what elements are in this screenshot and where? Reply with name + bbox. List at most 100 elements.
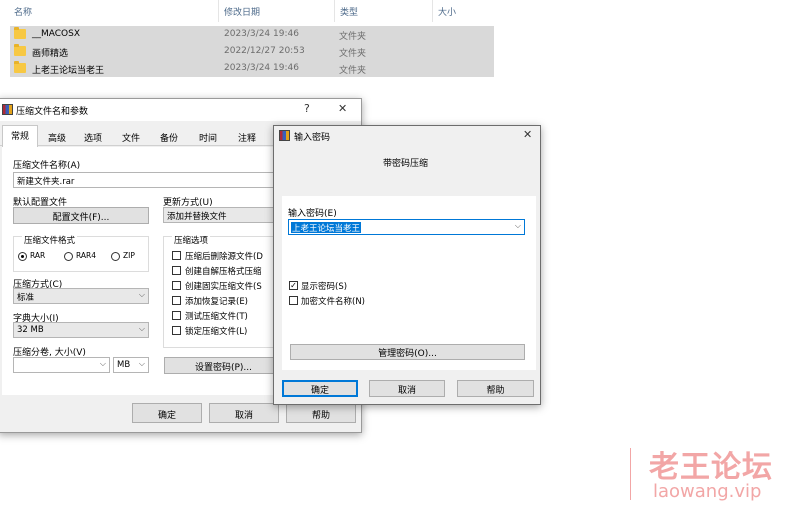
explorer-header: ^ 名称 修改日期 类型 大小: [0, 0, 800, 24]
recovery-label: 添加恢复记录(E): [185, 297, 249, 307]
show-password-checkbox[interactable]: ✓: [289, 281, 298, 290]
watermark-title: 老王论坛: [649, 450, 773, 485]
password-ok-button[interactable]: 确定: [282, 380, 358, 397]
dict-value: 32 MB: [17, 325, 44, 335]
archive-dialog-titlebar[interactable]: 压缩文件名和参数 ? ✕: [0, 99, 361, 121]
options-group-label: 压缩选项: [172, 234, 211, 246]
password-dialog-titlebar[interactable]: 输入密码 ✕: [274, 126, 540, 146]
file-name: 画师精选: [32, 49, 69, 59]
password-heading: 带密码压缩: [383, 159, 429, 169]
cancel-button[interactable]: 取消: [209, 403, 279, 423]
archive-name-label: 压缩文件名称(A): [13, 161, 81, 171]
password-label: 输入密码(E): [288, 209, 337, 219]
method-value: 标准: [17, 293, 35, 303]
file-row[interactable]: 上老王论坛当老王 2023/3/24 19:46 文件夹: [10, 60, 494, 77]
file-date: 2023/3/24 19:46: [224, 63, 299, 73]
close-icon[interactable]: ✕: [523, 128, 532, 141]
profile-button[interactable]: 配置文件(F)...: [13, 207, 149, 224]
delete-after-checkbox[interactable]: [172, 251, 181, 260]
tab-advanced[interactable]: 高级: [40, 128, 74, 146]
lock-checkbox[interactable]: [172, 326, 181, 335]
file-date: 2022/12/27 20:53: [224, 46, 305, 56]
sfx-label: 创建自解压格式压缩: [185, 267, 262, 277]
password-value: 上老王论坛当老王: [291, 222, 362, 234]
options-group: 压缩选项 压缩后删除源文件(D 创建自解压格式压缩 创建固实压缩文件(S 添加恢…: [163, 234, 283, 348]
ok-button[interactable]: 确定: [132, 403, 202, 423]
sfx-checkbox[interactable]: [172, 266, 181, 275]
tab-general[interactable]: 常规: [2, 125, 38, 147]
password-panel: 输入密码(E) 上老王论坛当老王 ⌵ ✓ 显示密码(S) 加密文件名称(N) 管…: [282, 196, 536, 370]
chevron-down-icon: ⌵: [138, 290, 145, 299]
delete-after-label: 压缩后删除源文件(D: [185, 252, 263, 262]
archive-dialog-title: 压缩文件名和参数: [16, 107, 89, 117]
column-divider[interactable]: [432, 0, 433, 22]
file-type: 文件夹: [339, 32, 367, 42]
column-size[interactable]: 大小: [438, 5, 456, 18]
watermark-divider: [630, 448, 631, 500]
file-row[interactable]: 画师精选 2022/12/27 20:53 文件夹: [10, 43, 494, 60]
tab-files[interactable]: 文件: [114, 128, 148, 146]
chevron-down-icon: ⌵: [514, 221, 521, 230]
recovery-checkbox[interactable]: [172, 296, 181, 305]
encrypt-names-label: 加密文件名称(N): [301, 297, 365, 307]
column-divider[interactable]: [218, 0, 219, 22]
split-unit-value: MB: [117, 360, 131, 370]
column-name[interactable]: 名称: [14, 5, 32, 18]
close-icon[interactable]: ✕: [338, 102, 347, 115]
update-mode-select[interactable]: 添加并替换文件: [163, 207, 283, 223]
dict-select[interactable]: 32 MB ⌵: [13, 322, 149, 338]
winrar-icon: [2, 104, 13, 115]
solid-label: 创建固实压缩文件(S: [185, 282, 262, 292]
archive-name-input[interactable]: 新建文件夹.rar: [13, 172, 283, 188]
chevron-down-icon: ⌵: [99, 359, 106, 368]
column-date[interactable]: 修改日期: [224, 5, 260, 18]
file-type: 文件夹: [339, 66, 367, 76]
winrar-icon: [279, 130, 290, 141]
help-button[interactable]: 帮助: [286, 403, 356, 423]
tab-options[interactable]: 选项: [76, 128, 110, 146]
folder-icon: [14, 61, 26, 73]
help-icon[interactable]: ?: [304, 102, 310, 115]
split-size-input[interactable]: ⌵: [13, 357, 110, 373]
method-select[interactable]: 标准 ⌵: [13, 288, 149, 304]
format-rar4-radio[interactable]: [64, 252, 73, 261]
format-group-label: 压缩文件格式: [22, 234, 78, 246]
password-dialog-title: 输入密码: [294, 133, 331, 143]
file-name: 上老王论坛当老王: [32, 66, 105, 76]
tab-backup[interactable]: 备份: [152, 128, 186, 146]
manage-passwords-button[interactable]: 管理密码(O)...: [290, 344, 525, 360]
encrypt-names-checkbox[interactable]: [289, 296, 298, 305]
format-group: 压缩文件格式 RAR RAR4 ZIP: [13, 234, 149, 272]
format-zip-radio[interactable]: [111, 252, 120, 261]
format-rar4-label: RAR4: [76, 251, 97, 260]
chevron-down-icon: ⌵: [138, 359, 145, 368]
password-dialog: 输入密码 ✕ 带密码压缩 输入密码(E) 上老王论坛当老王 ⌵ ✓ 显示密码(S…: [273, 125, 541, 405]
file-name: __MACOSX: [32, 29, 81, 39]
split-unit-select[interactable]: MB ⌵: [113, 357, 149, 373]
password-input[interactable]: 上老王论坛当老王 ⌵: [288, 219, 525, 235]
format-zip-label: ZIP: [123, 251, 135, 260]
set-password-button[interactable]: 设置密码(P)...: [164, 357, 283, 374]
format-rar-radio[interactable]: [18, 252, 27, 261]
lock-label: 锁定压缩文件(L): [185, 327, 248, 337]
solid-checkbox[interactable]: [172, 281, 181, 290]
sort-arrow-icon: ^: [110, 0, 118, 7]
format-rar-label: RAR: [30, 251, 46, 260]
password-cancel-button[interactable]: 取消: [369, 380, 445, 397]
column-type[interactable]: 类型: [340, 5, 358, 18]
test-checkbox[interactable]: [172, 311, 181, 320]
file-date: 2023/3/24 19:46: [224, 29, 299, 39]
folder-icon: [14, 44, 26, 56]
chevron-down-icon: ⌵: [138, 324, 145, 333]
test-label: 测试压缩文件(T): [185, 312, 248, 322]
file-row[interactable]: __MACOSX 2023/3/24 19:46 文件夹: [10, 26, 494, 43]
update-mode-value: 添加并替换文件: [167, 212, 227, 222]
file-type: 文件夹: [339, 49, 367, 59]
tab-comment[interactable]: 注释: [230, 128, 264, 146]
password-help-button[interactable]: 帮助: [457, 380, 534, 397]
tab-time[interactable]: 时间: [191, 128, 225, 146]
folder-icon: [14, 27, 26, 39]
watermark-url: laowang.vip: [653, 481, 762, 502]
column-divider[interactable]: [334, 0, 335, 22]
show-password-label: 显示密码(S): [301, 282, 348, 292]
